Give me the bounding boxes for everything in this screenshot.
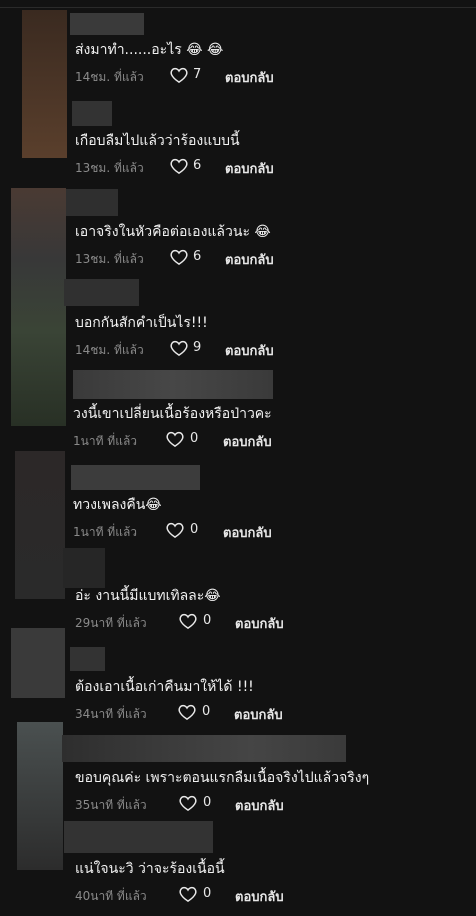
- comment-text: เอาจริงในหัวคือต่อเองแล้วนะ 😂: [75, 224, 271, 240]
- reply-button[interactable]: ตอบกลับ: [223, 431, 272, 452]
- avatar[interactable]: [11, 628, 65, 698]
- timestamp: 14ชม. ที่แล้ว: [75, 70, 144, 84]
- like-count: 0: [203, 886, 212, 901]
- reply-button[interactable]: ตอบกลับ: [235, 795, 284, 816]
- comment-text: ขอบคุณค่ะ เพราะตอนแรกลืมเนื้อจริงไปแล้วจ…: [75, 770, 370, 786]
- username[interactable]: [70, 647, 105, 671]
- reply-button[interactable]: ตอบกลับ: [225, 158, 274, 179]
- timestamp: 40นาที ที่แล้ว: [75, 889, 147, 903]
- comment-text: ทวงเพลงคืน😂: [73, 497, 162, 513]
- timestamp: 13ชม. ที่แล้ว: [75, 161, 144, 175]
- heart-outline-icon[interactable]: [178, 704, 196, 721]
- avatar[interactable]: [17, 722, 63, 870]
- username[interactable]: [64, 821, 213, 853]
- heart-outline-icon[interactable]: [179, 886, 197, 903]
- timestamp: 13ชม. ที่แล้ว: [75, 252, 144, 266]
- heart-outline-icon[interactable]: [166, 522, 184, 539]
- like-count: 0: [190, 431, 199, 446]
- avatar[interactable]: [15, 451, 65, 599]
- username[interactable]: [72, 101, 112, 126]
- heart-outline-icon[interactable]: [170, 158, 188, 175]
- comment-meta: 29นาที ที่แล้ว 0 ตอบกลับ: [75, 613, 335, 634]
- comment-meta: 40นาที ที่แล้ว 0 ตอบกลับ: [75, 886, 335, 907]
- reply-button[interactable]: ตอบกลับ: [235, 886, 284, 907]
- comment-meta: 1นาที ที่แล้ว 0 ตอบกลับ: [73, 522, 333, 543]
- reply-button[interactable]: ตอบกลับ: [223, 522, 272, 543]
- timestamp: 34นาที ที่แล้ว: [75, 707, 147, 721]
- comment-meta: 13ชม. ที่แล้ว 6 ตอบกลับ: [75, 249, 335, 270]
- like-count: 6: [193, 158, 202, 173]
- username[interactable]: [63, 548, 105, 588]
- username[interactable]: [62, 735, 346, 762]
- like-count: 0: [190, 522, 199, 537]
- username[interactable]: [70, 13, 144, 35]
- comment-meta: 35นาที ที่แล้ว 0 ตอบกลับ: [75, 795, 335, 816]
- comment-meta: 34นาที ที่แล้ว 0 ตอบกลับ: [75, 704, 335, 725]
- heart-outline-icon[interactable]: [170, 340, 188, 357]
- heart-outline-icon[interactable]: [170, 67, 188, 84]
- like-count: 0: [202, 704, 211, 719]
- comment-text: ส่งมาทำ......อะไร 😂 😂: [75, 42, 224, 58]
- heart-outline-icon[interactable]: [170, 249, 188, 266]
- avatar[interactable]: [22, 10, 67, 158]
- timestamp: 29นาที ที่แล้ว: [75, 616, 147, 630]
- heart-outline-icon[interactable]: [179, 795, 197, 812]
- like-count: 9: [193, 340, 202, 355]
- comment-text: เกือบลืมไปแล้วว่าร้องแบบนี้: [75, 133, 240, 149]
- comment-meta: 1นาที ที่แล้ว 0 ตอบกลับ: [73, 431, 333, 452]
- reply-button[interactable]: ตอบกลับ: [235, 613, 284, 634]
- reply-button[interactable]: ตอบกลับ: [234, 704, 283, 725]
- heart-outline-icon[interactable]: [179, 613, 197, 630]
- username[interactable]: [64, 279, 139, 306]
- username[interactable]: [66, 189, 118, 216]
- comment-text: แน่ใจนะวิ ว่าจะร้องเนื้อนี้: [75, 861, 225, 877]
- like-count: 7: [193, 67, 202, 82]
- like-count: 0: [203, 795, 212, 810]
- avatar[interactable]: [11, 188, 66, 426]
- like-count: 6: [193, 249, 202, 264]
- timestamp: 14ชม. ที่แล้ว: [75, 343, 144, 357]
- comment-meta: 14ชม. ที่แล้ว 9 ตอบกลับ: [75, 340, 335, 361]
- timestamp: 1นาที ที่แล้ว: [73, 434, 138, 448]
- reply-button[interactable]: ตอบกลับ: [225, 67, 274, 88]
- reply-button[interactable]: ตอบกลับ: [225, 249, 274, 270]
- comment-text: วงนี้เขาเปลี่ยนเนื้อร้องหรือป่าวคะ: [73, 406, 272, 422]
- reply-button[interactable]: ตอบกลับ: [225, 340, 274, 361]
- username[interactable]: [73, 370, 273, 399]
- comment-meta: 14ชม. ที่แล้ว 7 ตอบกลับ: [75, 67, 335, 88]
- timestamp: 35นาที ที่แล้ว: [75, 798, 147, 812]
- comment-meta: 13ชม. ที่แล้ว 6 ตอบกลับ: [75, 158, 335, 179]
- username[interactable]: [71, 465, 200, 490]
- heart-outline-icon[interactable]: [166, 431, 184, 448]
- like-count: 0: [203, 613, 212, 628]
- comment-text: ต้องเอาเนื้อเก่าคืนมาให้ได้ !!!: [75, 679, 254, 695]
- comment-text: บอกกันสักคำเป็นไร!!!: [75, 315, 208, 331]
- timestamp: 1นาที ที่แล้ว: [73, 525, 138, 539]
- comment-text: อ่ะ งานนี้มีแบทเทิลละ😂: [75, 588, 221, 604]
- top-divider: [0, 7, 476, 8]
